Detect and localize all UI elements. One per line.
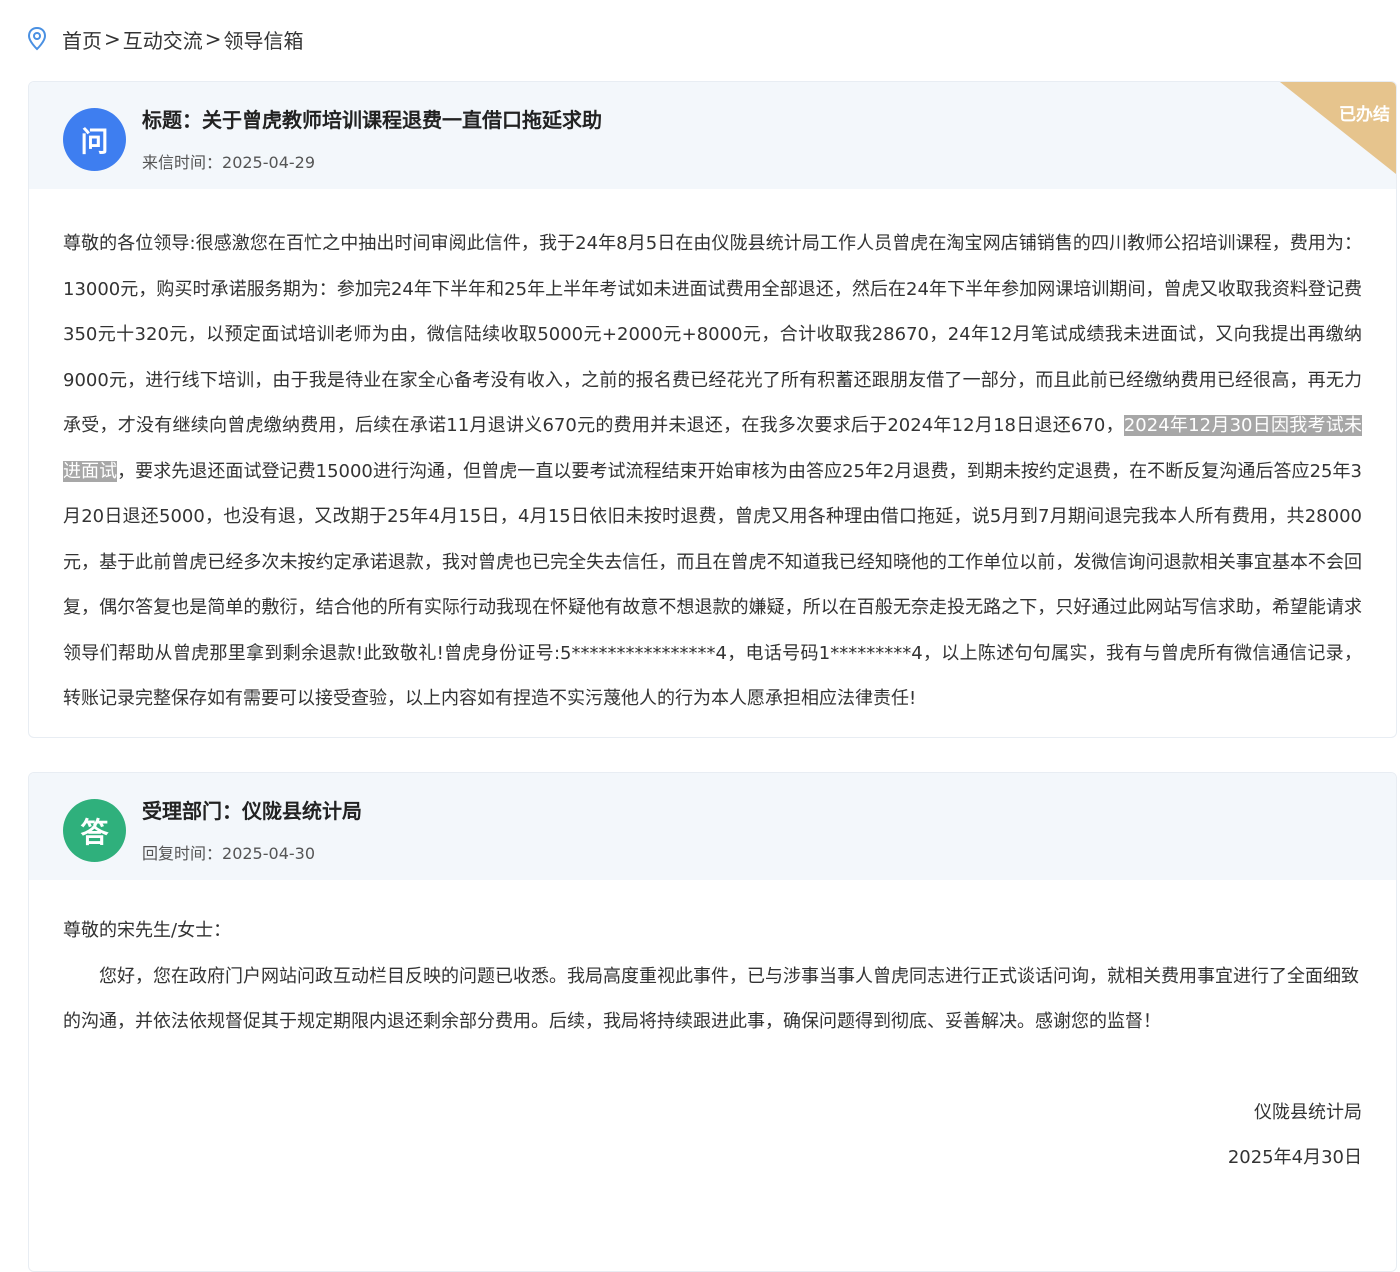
answer-time-label: 回复时间：: [142, 844, 223, 863]
breadcrumb-section-link[interactable]: 互动交流: [123, 25, 203, 54]
answer-greeting: 尊敬的宋先生/女士：: [63, 920, 232, 941]
question-body-text: 尊敬的各位领导:很感激您在百忙之中抽出时间审阅此信件，我于24年8月5日在由仪陇…: [63, 233, 1362, 436]
question-body-text-rest: ，要求先退还面试登记费15000进行沟通，但曾虎一直以要考试流程结束开始审核为由…: [63, 460, 1363, 710]
answer-avatar: 答: [63, 799, 126, 862]
answer-time: 回复时间：2025-04-30: [142, 840, 315, 864]
status-badge: 已办结: [1339, 105, 1390, 125]
breadcrumb-home-link[interactable]: 首页: [62, 25, 102, 54]
question-avatar: 问: [63, 108, 126, 171]
answer-sign-date: 2025年4月30日: [1227, 1147, 1362, 1168]
status-ribbon: 已办结: [1280, 82, 1396, 174]
question-title: 标题：关于曾虎教师培训课程退费一直借口拖延求助: [142, 108, 602, 132]
question-time-value: 2025-04-29: [222, 153, 315, 172]
answer-card: 答 受理部门：仪陇县统计局 回复时间：2025-04-30 尊敬的宋先生/女士：…: [28, 772, 1397, 1272]
breadcrumb-separator: >: [104, 27, 121, 51]
answer-dept: 受理部门：仪陇县统计局: [142, 799, 362, 823]
breadcrumb: 首页 > 互动交流 > 领导信箱: [26, 22, 304, 56]
question-time-label: 来信时间：: [142, 153, 223, 172]
answer-signature: 仪陇县统计局 2025年4月30日: [63, 1090, 1362, 1181]
answer-sign-org: 仪陇县统计局: [1254, 1101, 1362, 1123]
question-header: 问 标题：关于曾虎教师培训课程退费一直借口拖延求助 来信时间：2025-04-2…: [29, 82, 1396, 189]
question-time: 来信时间：2025-04-29: [142, 149, 315, 173]
breadcrumb-separator: >: [204, 27, 222, 51]
answer-body-text: 您好，您在政府门户网站问政互动栏目反映的问题已收悉。我局高度重视此事件，已与涉事…: [63, 965, 1359, 1033]
question-card: 问 标题：关于曾虎教师培训课程退费一直借口拖延求助 来信时间：2025-04-2…: [28, 81, 1397, 738]
breadcrumb-current: 领导信箱: [223, 28, 304, 53]
answer-header: 答 受理部门：仪陇县统计局 回复时间：2025-04-30: [29, 773, 1396, 880]
answer-time-value: 2025-04-30: [222, 844, 315, 863]
location-pin-icon: [26, 26, 48, 52]
question-body: 尊敬的各位领导:很感激您在百忙之中抽出时间审阅此信件，我于24年8月5日在由仪陇…: [29, 189, 1396, 722]
answer-body: 尊敬的宋先生/女士： 您好，您在政府门户网站问政互动栏目反映的问题已收悉。我局高…: [29, 880, 1396, 1181]
